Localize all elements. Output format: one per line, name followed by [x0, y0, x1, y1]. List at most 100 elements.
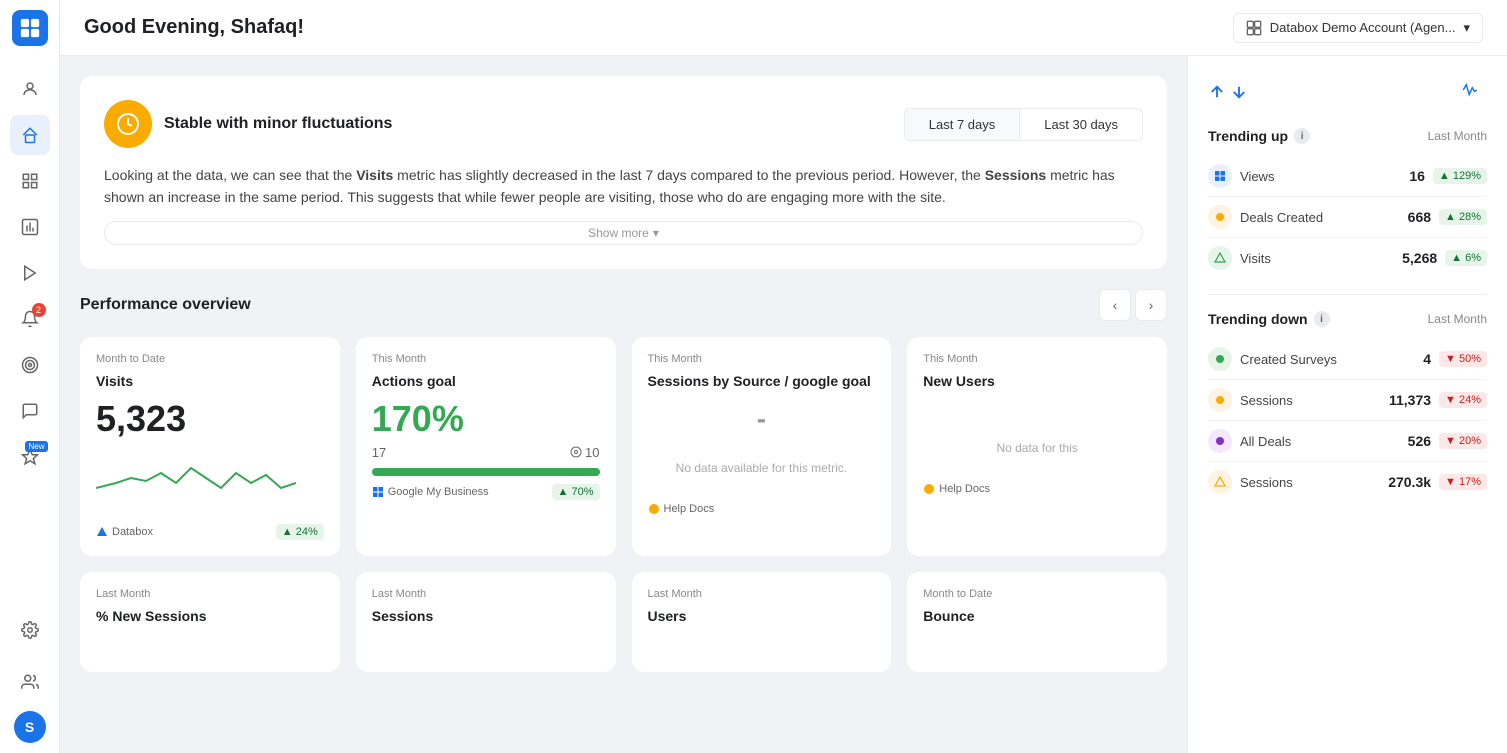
trending-up-info-icon[interactable]: i [1294, 128, 1310, 144]
views-value: 16 [1409, 168, 1425, 184]
visits-badge: ▲ 24% [276, 524, 324, 540]
trending-down-item-all-deals: All Deals 526 ▼ 20% [1208, 421, 1487, 462]
app-logo[interactable] [12, 10, 48, 46]
tab-last-7-days[interactable]: Last 7 days [905, 109, 1021, 140]
user-avatar[interactable]: S [14, 711, 46, 743]
deals-created-name: Deals Created [1240, 210, 1408, 225]
new-users-no-data: No data for this [923, 421, 1151, 475]
new-users-title: New Users [923, 373, 1151, 389]
sidebar-item-settings[interactable] [10, 610, 50, 650]
topbar: Good Evening, Shafaq! Databox Demo Accou… [60, 0, 1507, 56]
alerts-badge: 2 [32, 303, 46, 317]
all-deals-icon [1208, 429, 1232, 453]
trending-up-item-visits: Visits 5,268 ▲ 6% [1208, 238, 1487, 278]
sidebar-item-alerts[interactable]: 2 [10, 299, 50, 339]
visits-value: 5,323 [96, 401, 324, 437]
sessions-source-card: This Month Sessions by Source / google g… [632, 337, 892, 556]
new-users-card: This Month New Users No data for this He… [907, 337, 1167, 556]
cards-row-2: Last Month % New Sessions Last Month Ses… [80, 572, 1167, 672]
visits-source: Databox [96, 526, 153, 538]
sessions2-down-icon [1208, 470, 1232, 494]
new-users-footer: Help Docs [923, 483, 1151, 495]
trending-down-period: Last Month [1428, 312, 1487, 326]
sidebar-item-new-feature[interactable]: New [10, 437, 50, 477]
expand-chevron-icon: ▾ [653, 226, 659, 240]
new-users-source: Help Docs [923, 483, 990, 495]
actions-title: Actions goal [372, 373, 600, 389]
actions-source: Google My Business [372, 486, 489, 498]
expand-button[interactable]: Show more ▾ [104, 221, 1143, 245]
trending-down-item-sessions: Sessions 11,373 ▼ 24% [1208, 380, 1487, 421]
trending-up-header: Trending up i Last Month [1208, 128, 1487, 144]
actions-footer: Google My Business ▲ 70% [372, 484, 600, 500]
sidebar: 2 New S [0, 0, 60, 753]
new-sessions-title: % New Sessions [96, 608, 324, 624]
actions-progress-bar-container [372, 468, 600, 476]
performance-header: Performance overview ‹ › [80, 289, 1167, 321]
sessions-down-icon [1208, 388, 1232, 412]
sidebar-item-goals[interactable] [10, 345, 50, 385]
nav-prev-button[interactable]: ‹ [1099, 289, 1131, 321]
actions-goal-row: 17 10 [372, 445, 600, 460]
content-area: Stable with minor fluctuations Last 7 da… [60, 56, 1507, 753]
main-wrapper: Good Evening, Shafaq! Databox Demo Accou… [60, 0, 1507, 753]
right-panel: Trending up i Last Month Views 16 ▲ 129% [1187, 56, 1507, 753]
sidebar-item-media[interactable] [10, 253, 50, 293]
sort-icon[interactable] [1208, 83, 1248, 101]
sessions2-down-badge: ▼ 17% [1439, 474, 1487, 490]
sidebar-item-messages[interactable] [10, 391, 50, 431]
all-deals-name: All Deals [1240, 434, 1408, 449]
trending-up-period: Last Month [1428, 129, 1487, 143]
insights-card: Stable with minor fluctuations Last 7 da… [80, 76, 1167, 269]
visits-trend-badge: ▲ 6% [1445, 250, 1487, 266]
right-panel-header [1188, 56, 1507, 112]
actions-goal-card: This Month Actions goal 170% 17 10 [356, 337, 616, 556]
all-deals-badge: ▼ 20% [1439, 433, 1487, 449]
users-title: Users [648, 608, 876, 624]
sessions-source-value: - [648, 405, 876, 433]
trending-up-label: Trending up i [1208, 128, 1310, 144]
actions-value: 170% [372, 401, 600, 437]
insights-title: Stable with minor fluctuations [164, 115, 392, 133]
insights-body: Looking at the data, we can see that the… [104, 164, 1143, 209]
visits-period: Month to Date [96, 353, 324, 365]
account-chevron-icon: ▾ [1463, 20, 1470, 36]
trending-up-item-views: Views 16 ▲ 129% [1208, 156, 1487, 197]
surveys-icon [1208, 347, 1232, 371]
visits-card: Month to Date Visits 5,323 Databox ▲ 24% [80, 337, 340, 556]
bounce-title: Bounce [923, 608, 1151, 624]
sessions-card: Last Month Sessions [356, 572, 616, 672]
sidebar-item-dashboard[interactable] [10, 161, 50, 201]
views-name: Views [1240, 169, 1409, 184]
sidebar-item-user-profile[interactable] [10, 69, 50, 109]
visits-trend-value: 5,268 [1402, 250, 1437, 266]
nav-next-button[interactable]: › [1135, 289, 1167, 321]
new-sessions-period: Last Month [96, 588, 324, 600]
pulse-icon[interactable] [1461, 81, 1479, 104]
sessions2-down-name: Sessions [1240, 475, 1388, 490]
insights-header: Stable with minor fluctuations Last 7 da… [104, 100, 1143, 148]
users-period: Last Month [648, 588, 876, 600]
insights-icon [104, 100, 152, 148]
deals-created-badge: ▲ 28% [1439, 209, 1487, 225]
sessions-source-period: This Month [648, 353, 876, 365]
trending-down-label: Trending down i [1208, 311, 1330, 327]
account-selector[interactable]: Databox Demo Account (Agen... ▾ [1233, 13, 1483, 43]
sidebar-item-metrics[interactable] [10, 207, 50, 247]
deals-created-value: 668 [1408, 209, 1431, 225]
sessions-down-badge: ▼ 24% [1439, 392, 1487, 408]
insights-tab-group: Last 7 days Last 30 days [904, 108, 1143, 141]
actions-progress-bar [372, 468, 600, 476]
sessions-down-value: 11,373 [1389, 392, 1431, 408]
sessions-down-name: Sessions [1240, 393, 1389, 408]
visits-title: Visits [96, 373, 324, 389]
visits-sparkline [96, 453, 296, 503]
sidebar-item-team[interactable] [10, 662, 50, 702]
sessions-source-no-data: No data available for this metric. [648, 441, 876, 495]
actions-period: This Month [372, 353, 600, 365]
trending-up-section: Trending up i Last Month Views 16 ▲ 129% [1188, 112, 1507, 294]
trending-down-info-icon[interactable]: i [1314, 311, 1330, 327]
tab-last-30-days[interactable]: Last 30 days [1020, 109, 1142, 140]
sidebar-item-home[interactable] [10, 115, 50, 155]
trending-down-section: Trending down i Last Month Created Surve… [1188, 295, 1507, 518]
